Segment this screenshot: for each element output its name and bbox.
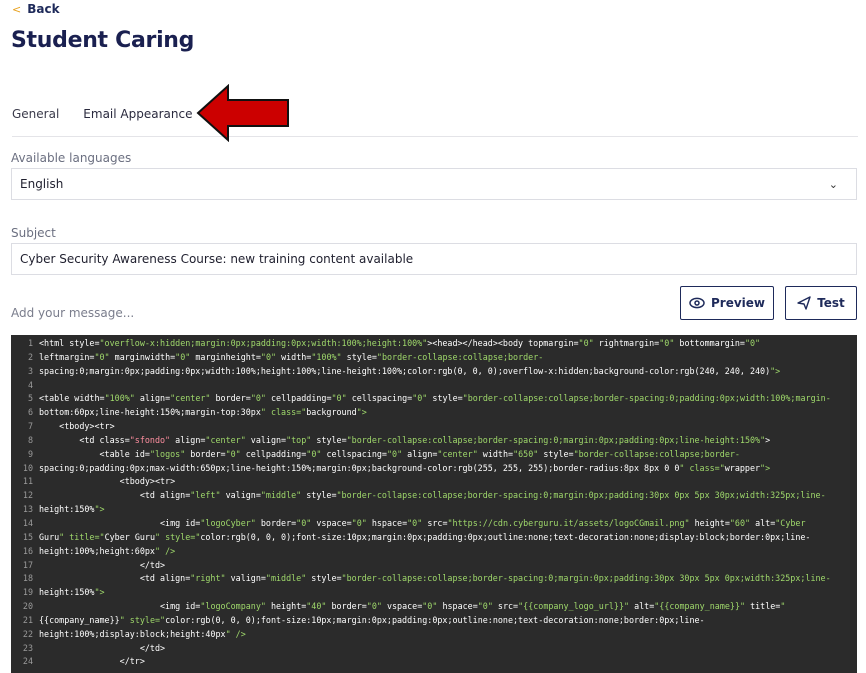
tab-email-appearance[interactable]: Email Appearance [83, 106, 192, 136]
code-line: 9 <table id="logos" border="0" cellpaddi… [11, 448, 857, 462]
line-number: 10 [22, 462, 33, 473]
code-text: height:150%"> [39, 504, 105, 515]
language-value: English [20, 177, 64, 191]
line-number: 24 [22, 656, 33, 667]
code-line: 16 height:100%;height:60px" /> [11, 545, 857, 559]
code-text: height:150%"> [39, 587, 105, 598]
subject-input[interactable]: Cyber Security Awareness Course: new tra… [11, 243, 857, 275]
line-number: 14 [22, 517, 33, 528]
code-text: height:100%;display:block;height:40px" /… [39, 628, 246, 639]
line-number: 17 [22, 559, 33, 570]
back-label: Back [27, 2, 60, 16]
line-number: 20 [22, 601, 33, 612]
code-text: <td align="left" valign="middle" style="… [39, 490, 826, 501]
code-line: 23 </td> [11, 642, 857, 656]
code-line: 22 height:100%;display:block;height:40px"… [11, 628, 857, 642]
languages-label: Available languages [11, 151, 132, 165]
code-line: 20 <img id="logoCompany" height="40" bor… [11, 600, 857, 614]
code-text: Guru" title="Cyber Guru" style="color:rg… [39, 531, 811, 542]
eye-icon [689, 297, 705, 309]
code-line: 19 height:150%"> [11, 586, 857, 600]
line-number: 8 [27, 434, 33, 445]
code-text: <table width="100%" align="center" borde… [39, 393, 831, 404]
line-number: 9 [27, 448, 33, 459]
chevron-left-icon: < [12, 2, 22, 16]
line-number: 18 [22, 573, 33, 584]
code-text: {{company_name}}" style="color:rgb(0, 0,… [39, 614, 705, 625]
line-number: 22 [22, 628, 33, 639]
code-line: 21 {{company_name}}" style="color:rgb(0, … [11, 614, 857, 628]
subject-value: Cyber Security Awareness Course: new tra… [20, 252, 414, 266]
code-text: </tr> [39, 656, 145, 667]
send-icon [797, 296, 811, 310]
code-line: 5 <table width="100%" align="center" bord… [11, 392, 857, 406]
line-number: 1 [27, 338, 33, 348]
tab-general[interactable]: General [12, 106, 59, 136]
code-text: spacing:0;padding:0px;max-width:650px;li… [39, 462, 771, 473]
page-title: Student Caring [11, 28, 195, 53]
code-text: <html style="overflow-x:hidden;margin:0p… [39, 338, 761, 348]
line-number: 19 [22, 587, 33, 598]
code-line: 24 </tr> [11, 655, 857, 669]
line-number: 23 [22, 642, 33, 653]
code-line: 1 <html style="overflow-x:hidden;margin:0… [11, 337, 857, 351]
code-line: 14 <img id="logoCyber" border="0" vspace… [11, 517, 857, 531]
code-line: 10 spacing:0;padding:0px;max-width:650px;… [11, 462, 857, 476]
line-number: 15 [22, 531, 33, 542]
code-text: <table id="logos" border="0" cellpadding… [39, 448, 740, 459]
test-label: Test [817, 296, 845, 310]
code-line: 11 <tbody><tr> [11, 475, 857, 489]
line-number: 12 [22, 490, 33, 501]
code-text: spacing:0;margin:0px;padding:0px;width:1… [39, 365, 781, 376]
code-text: <td align="right" valign="middle" style=… [39, 573, 831, 584]
code-text: <td class="sfondo" align="center" valign… [39, 434, 771, 445]
code-line: 3 spacing:0;margin:0px;padding:0px;width:… [11, 365, 857, 379]
line-number: 21 [22, 614, 33, 625]
chevron-down-icon: ⌄ [828, 177, 838, 191]
subject-label: Subject [11, 226, 56, 240]
code-text: height:100%;height:60px" /> [39, 545, 176, 556]
line-number: 3 [27, 365, 33, 376]
preview-label: Preview [710, 296, 765, 310]
code-text: bottom:60px;line-height:150%;margin-top:… [39, 407, 367, 418]
line-number: 16 [22, 545, 33, 556]
code-line: 7 <tbody><tr> [11, 420, 857, 434]
red-arrow-annotation-icon [196, 84, 289, 142]
language-select[interactable]: English ⌄ [11, 168, 857, 200]
line-number: 4 [27, 379, 33, 390]
back-link[interactable]: < Back [12, 1, 60, 17]
line-number: 11 [22, 476, 33, 487]
line-number: 6 [27, 407, 33, 418]
preview-button[interactable]: Preview [680, 286, 774, 320]
code-text: <tbody><tr> [39, 476, 176, 487]
code-line: 4 [11, 379, 857, 393]
code-editor[interactable]: 1 <html style="overflow-x:hidden;margin:0… [11, 335, 857, 673]
code-text: <img id="logoCompany" height="40" border… [39, 601, 786, 612]
code-line: 18 <td align="right" valign="middle" sty… [11, 572, 857, 586]
test-button[interactable]: Test [785, 286, 857, 320]
code-text: </td> [39, 642, 166, 653]
tab-bar: General Email Appearance [12, 106, 858, 137]
line-number: 13 [22, 504, 33, 515]
code-text: </td> [39, 559, 166, 570]
code-text: <tbody><tr> [39, 421, 115, 432]
code-text: leftmargin="0" marginwidth="0" marginhei… [39, 351, 544, 362]
code-line: 13 height:150%"> [11, 503, 857, 517]
code-line: 12 <td align="left" valign="middle" styl… [11, 489, 857, 503]
line-number: 2 [27, 351, 33, 362]
code-line: 15 Guru" title="Cyber Guru" style="color:… [11, 531, 857, 545]
code-line: 8 <td class="sfondo" align="center" vali… [11, 434, 857, 448]
line-number: 7 [27, 421, 33, 432]
message-placeholder: Add your message... [11, 306, 135, 320]
code-line: 6 bottom:60px;line-height:150%;margin-top… [11, 406, 857, 420]
line-number: 5 [27, 393, 33, 404]
code-line: 2 leftmargin="0" marginwidth="0" marginhe… [11, 351, 857, 365]
code-text: <img id="logoCyber" border="0" vspace="0… [39, 517, 806, 528]
code-line: 17 </td> [11, 559, 857, 573]
